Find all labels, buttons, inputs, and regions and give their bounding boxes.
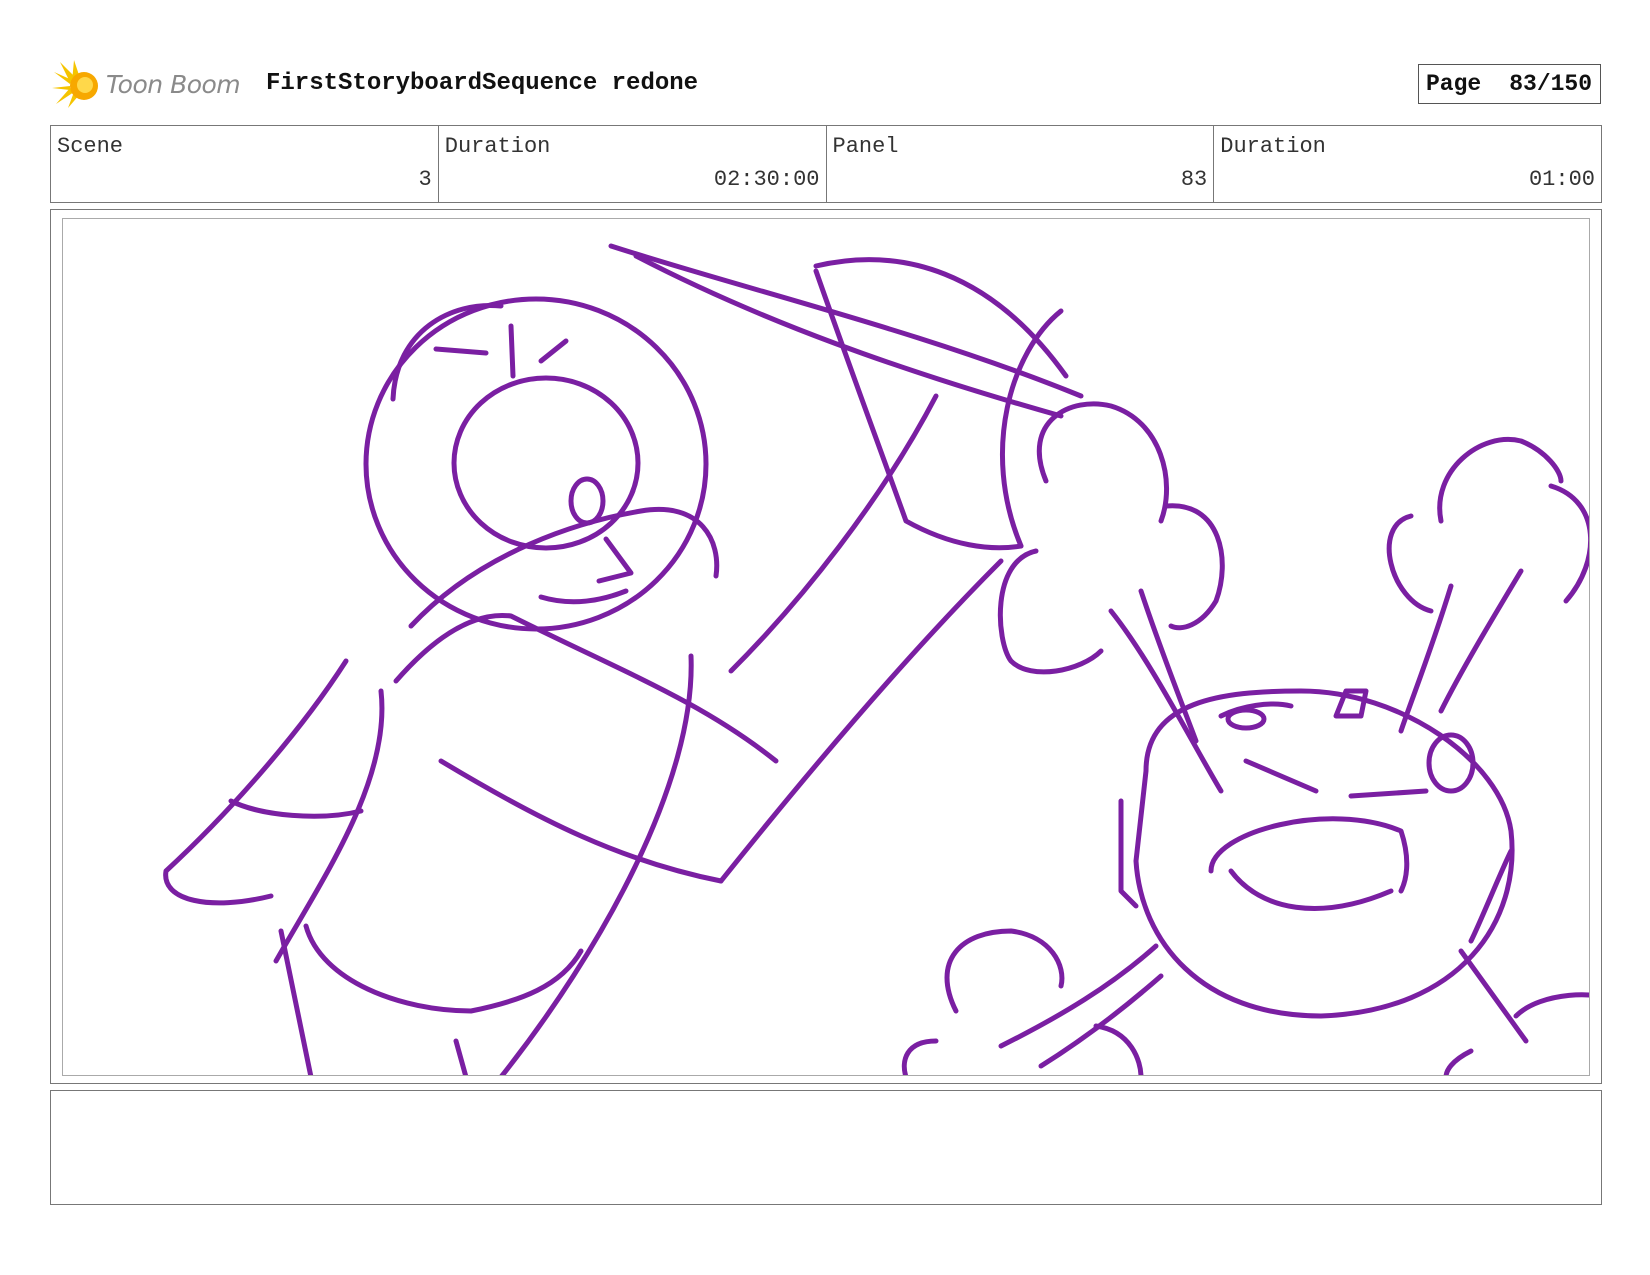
bottom-cloud-right bbox=[1513, 992, 1589, 1019]
impact-cloud-top bbox=[1036, 401, 1170, 524]
left-character-face bbox=[451, 375, 641, 551]
logo-wordmark: Toon Boom bbox=[106, 69, 241, 99]
left-character-nose bbox=[568, 476, 606, 526]
left-character-belly bbox=[438, 758, 724, 884]
starburst-icon bbox=[52, 60, 98, 108]
bat-top-edge bbox=[608, 243, 1084, 399]
bottom-cloud-left-2 bbox=[901, 1038, 939, 1075]
left-character-body-left bbox=[273, 688, 385, 964]
scene-duration-label: Duration bbox=[444, 134, 551, 159]
right-character-ear bbox=[1118, 798, 1139, 909]
panel-notes-box bbox=[50, 1090, 1602, 1205]
right-character-mouth-line bbox=[1348, 788, 1429, 799]
page-number: 83/150 bbox=[1509, 71, 1593, 97]
bat-handle-upper bbox=[728, 393, 939, 674]
panel-cell: Panel 83 bbox=[827, 126, 1215, 202]
panel-duration-label: Duration bbox=[1220, 134, 1326, 159]
antenna-right-cloud-right bbox=[1548, 483, 1589, 604]
bat-head-side bbox=[813, 268, 1024, 551]
left-character-hip bbox=[303, 923, 584, 1014]
bat-handle-lower bbox=[718, 558, 1004, 884]
impact-cloud-left bbox=[997, 548, 1104, 675]
bat-head-right bbox=[1000, 308, 1064, 549]
scene-value: 3 bbox=[418, 167, 432, 192]
bat-bottom-edge bbox=[633, 253, 1064, 419]
scene-duration-cell: Duration 02:30:00 bbox=[439, 126, 827, 202]
left-character-arm-lower bbox=[393, 612, 779, 764]
antenna-right-cloud-top bbox=[1437, 437, 1564, 524]
right-character-arm-3 bbox=[1458, 948, 1529, 1044]
scene-duration-value: 02:30:00 bbox=[713, 167, 820, 192]
left-character-mouth bbox=[596, 536, 634, 584]
scene-cell: Scene 3 bbox=[51, 126, 439, 202]
right-character-open-mouth bbox=[1228, 868, 1394, 911]
scene-label: Scene bbox=[57, 134, 124, 159]
panel-duration-cell: Duration 01:00 bbox=[1214, 126, 1601, 202]
impact-cloud-right bbox=[1163, 503, 1225, 631]
page-indicator: Page 83/150 bbox=[1418, 64, 1601, 104]
left-character-left-arm bbox=[163, 658, 349, 906]
left-character-chin bbox=[538, 588, 629, 605]
bottom-cloud-right-2 bbox=[1443, 1048, 1474, 1075]
sequence-title: FirstStoryboardSequence redone bbox=[266, 70, 699, 97]
bottom-cloud-mid bbox=[1093, 1023, 1144, 1075]
bottom-cloud-left bbox=[944, 928, 1065, 1014]
toon-boom-logo: Toon Boom bbox=[52, 58, 241, 110]
page-label: Page bbox=[1426, 71, 1482, 97]
antenna-right-2 bbox=[1438, 568, 1524, 714]
storyboard-drawing-area bbox=[62, 218, 1590, 1076]
sketch-drawing bbox=[163, 243, 1589, 1075]
left-character-tuft bbox=[433, 323, 569, 379]
left-character-leg-2 bbox=[453, 1038, 469, 1075]
right-character-frown bbox=[1243, 758, 1319, 794]
left-character-leg bbox=[278, 928, 314, 1075]
left-character-head bbox=[363, 296, 709, 632]
panel-duration-value: 01:00 bbox=[1528, 167, 1595, 192]
left-character-sleeve bbox=[228, 798, 364, 819]
panel-label: Panel bbox=[832, 134, 899, 159]
antenna-right-cloud-left bbox=[1386, 513, 1434, 614]
panel-value: 83 bbox=[1180, 167, 1208, 192]
panel-info-table: Scene 3 Duration 02:30:00 Panel 83 Durat… bbox=[50, 125, 1602, 203]
right-character-arm-1 bbox=[998, 943, 1159, 1049]
